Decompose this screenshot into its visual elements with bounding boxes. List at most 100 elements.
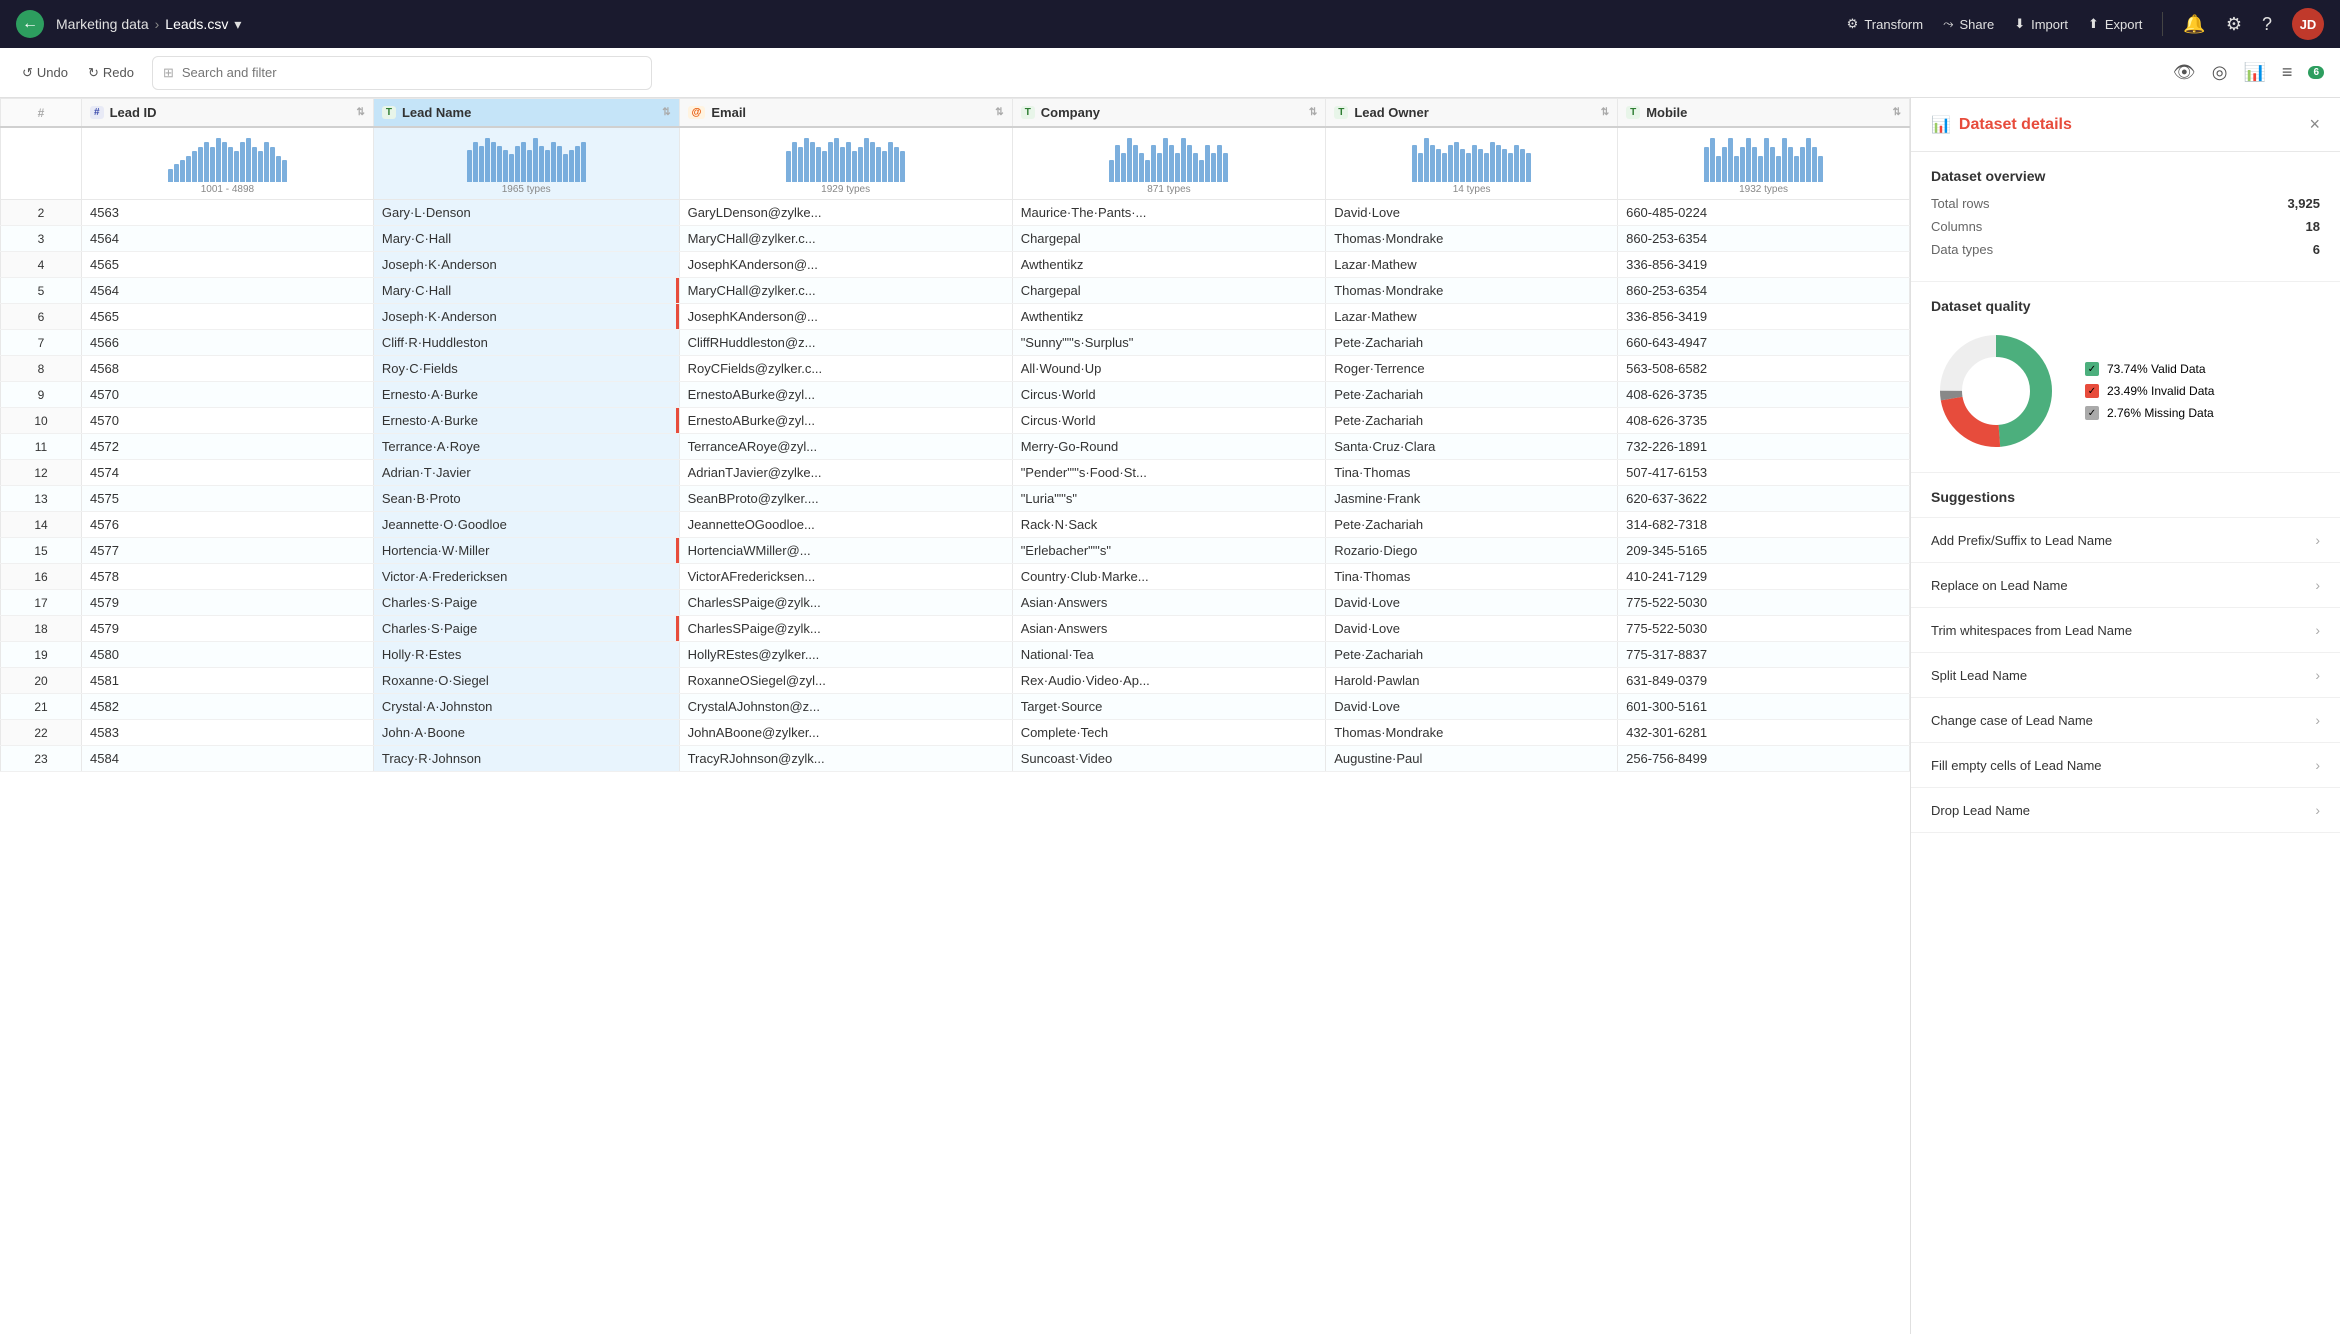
table-row[interactable]: 154577Hortencia·W·MillerHortenciaWMiller… [1,538,1910,564]
lead-owner-cell: Lazar·Mathew [1326,304,1618,330]
mobile-header[interactable]: T Mobile ⇅ [1618,99,1910,128]
row-number: 5 [1,278,82,304]
lead-owner-cell: Augustine·Paul [1326,746,1618,772]
suggestion-chevron-icon: › [2315,667,2320,683]
lead-id-cell: 4579 [82,616,374,642]
table-row[interactable]: 104570Ernesto·A·BurkeErnestoABurke@zyl..… [1,408,1910,434]
settings-icon[interactable]: ⚙ [2226,14,2242,35]
suggestion-item-6[interactable]: Drop Lead Name› [1911,788,2340,833]
undo-button[interactable]: ↺ Undo [16,61,74,85]
table-row[interactable]: 134575Sean·B·ProtoSeanBProto@zylker...."… [1,486,1910,512]
lead-name-cell: Victor·A·Fredericksen [373,564,679,590]
redo-button[interactable]: ↻ Redo [82,61,140,85]
table-row[interactable]: 84568Roy·C·FieldsRoyCFields@zylker.c...A… [1,356,1910,382]
row-number: 12 [1,460,82,486]
mobile-cell: 336-856-3419 [1618,252,1910,278]
company-cell: Circus·World [1012,408,1326,434]
table-row[interactable]: 24563Gary·L·DensonGaryLDenson@zylke...Ma… [1,200,1910,226]
lead-name-cell: Crystal·A·Johnston [373,694,679,720]
suggestion-item-1[interactable]: Replace on Lead Name› [1911,563,2340,608]
company-sort-icon[interactable]: ⇅ [1309,107,1317,118]
lead-owner-sort-icon[interactable]: ⇅ [1601,107,1609,118]
table-row[interactable]: 234584Tracy·R·JohnsonTracyRJohnson@zylk.… [1,746,1910,772]
target-icon[interactable]: ◎ [2212,62,2228,83]
toolbar-right: 👁 ◎ 📊 ≡ 6 [2173,62,2324,83]
help-icon[interactable]: ? [2262,14,2272,35]
row-number: 19 [1,642,82,668]
mobile-label: Mobile [1646,105,1687,120]
search-bar[interactable]: ⊞ [152,56,652,90]
email-cell: JosephKAnderson@... [679,252,1012,278]
lead-id-header[interactable]: # Lead ID ⇅ [82,99,374,128]
mobile-sort-icon[interactable]: ⇅ [1893,107,1901,118]
lead-name-cell: Joseph·K·Anderson [373,252,679,278]
lead-owner-cell: David·Love [1326,694,1618,720]
lead-name-sort-icon[interactable]: ⇅ [662,107,670,118]
table-row[interactable]: 214582Crystal·A·JohnstonCrystalAJohnston… [1,694,1910,720]
file-dropdown-icon[interactable]: ▾ [234,16,241,33]
project-name[interactable]: Marketing data [56,16,149,32]
suggestion-item-0[interactable]: Add Prefix/Suffix to Lead Name› [1911,518,2340,563]
table-row[interactable]: 184579Charles·S·PaigeCharlesSPaige@zylk.… [1,616,1910,642]
chart-icon[interactable]: 📊 [2244,62,2266,83]
table-row[interactable]: 224583John·A·BooneJohnABoone@zylker...Co… [1,720,1910,746]
table-row[interactable]: 34564Mary·C·HallMaryCHall@zylker.c...Cha… [1,226,1910,252]
suggestion-item-4[interactable]: Change case of Lead Name› [1911,698,2340,743]
topnav-right: ⚙ Transform ⤳ Share ⬇ Import ⬆ Export 🔔 … [1847,8,2324,40]
search-input[interactable] [182,65,641,80]
table-row[interactable]: 54564Mary·C·HallMaryCHall@zylker.c...Cha… [1,278,1910,304]
lead-owner-header[interactable]: T Lead Owner ⇅ [1326,99,1618,128]
preview-icon[interactable]: 👁 [2173,62,2196,83]
table-row[interactable]: 74566Cliff·R·HuddlestonCliffRHuddleston@… [1,330,1910,356]
table-row[interactable]: 174579Charles·S·PaigeCharlesSPaige@zylk.… [1,590,1910,616]
share-button[interactable]: ⤳ Share [1943,16,1994,32]
import-button[interactable]: ⬇ Import [2014,16,2068,32]
row-number: 15 [1,538,82,564]
list-icon[interactable]: ≡ [2282,62,2293,83]
table-row[interactable]: 204581Roxanne·O·SiegelRoxanneOSiegel@zyl… [1,668,1910,694]
table-row[interactable]: 124574Adrian·T·JavierAdrianTJavier@zylke… [1,460,1910,486]
row-number: 11 [1,434,82,460]
table-row[interactable]: 194580Holly·R·EstesHollyREstes@zylker...… [1,642,1910,668]
lead-id-cell: 4575 [82,486,374,512]
company-cell: Asian·Answers [1012,616,1326,642]
table-row[interactable]: 94570Ernesto·A·BurkeErnestoABurke@zyl...… [1,382,1910,408]
suggestion-item-5[interactable]: Fill empty cells of Lead Name› [1911,743,2340,788]
spreadsheet[interactable]: # # Lead ID ⇅ T Lead Name [0,98,1910,1334]
row-number: 22 [1,720,82,746]
table-row[interactable]: 44565Joseph·K·AndersonJosephKAnderson@..… [1,252,1910,278]
company-cell: Suncoast·Video [1012,746,1326,772]
lead-id-sort-icon[interactable]: ⇅ [356,107,364,118]
suggestion-item-2[interactable]: Trim whitespaces from Lead Name› [1911,608,2340,653]
export-button[interactable]: ⬆ Export [2088,16,2142,32]
lead-id-cell: 4583 [82,720,374,746]
row-number: 13 [1,486,82,512]
email-header[interactable]: @ Email ⇅ [679,99,1012,128]
redo-label: Redo [103,65,134,80]
email-cell: AdrianTJavier@zylke... [679,460,1012,486]
lead-name-cell: Joseph·K·Anderson [373,304,679,330]
mobile-cell: 507-417-6153 [1618,460,1910,486]
panel-close-button[interactable]: × [2309,114,2320,135]
company-cell: Maurice·The·Pants·... [1012,200,1326,226]
notifications-icon[interactable]: 🔔 [2183,14,2205,35]
lead-name-header[interactable]: T Lead Name ⇅ [373,99,679,128]
table-row[interactable]: 114572Terrance·A·RoyeTerranceARoye@zyl..… [1,434,1910,460]
table-row[interactable]: 164578Victor·A·FredericksenVictorAFreder… [1,564,1910,590]
email-sort-icon[interactable]: ⇅ [995,107,1003,118]
company-header[interactable]: T Company ⇅ [1012,99,1326,128]
row-number: 10 [1,408,82,434]
file-name[interactable]: Leads.csv [165,16,228,32]
total-rows-label: Total rows [1931,196,1990,211]
back-button[interactable]: ← [16,10,44,38]
lead-owner-cell: Santa·Cruz·Clara [1326,434,1618,460]
transform-button[interactable]: ⚙ Transform [1847,16,1923,32]
avatar[interactable]: JD [2292,8,2324,40]
table-row[interactable]: 144576Jeannette·O·GoodloeJeannetteOGoodl… [1,512,1910,538]
suggestion-item-3[interactable]: Split Lead Name› [1911,653,2340,698]
suggestion-chevron-icon: › [2315,712,2320,728]
lead-name-cell: John·A·Boone [373,720,679,746]
table-row[interactable]: 64565Joseph·K·AndersonJosephKAnderson@..… [1,304,1910,330]
main-layout: # # Lead ID ⇅ T Lead Name [0,98,2340,1334]
filter-icon: ⊞ [163,65,174,81]
